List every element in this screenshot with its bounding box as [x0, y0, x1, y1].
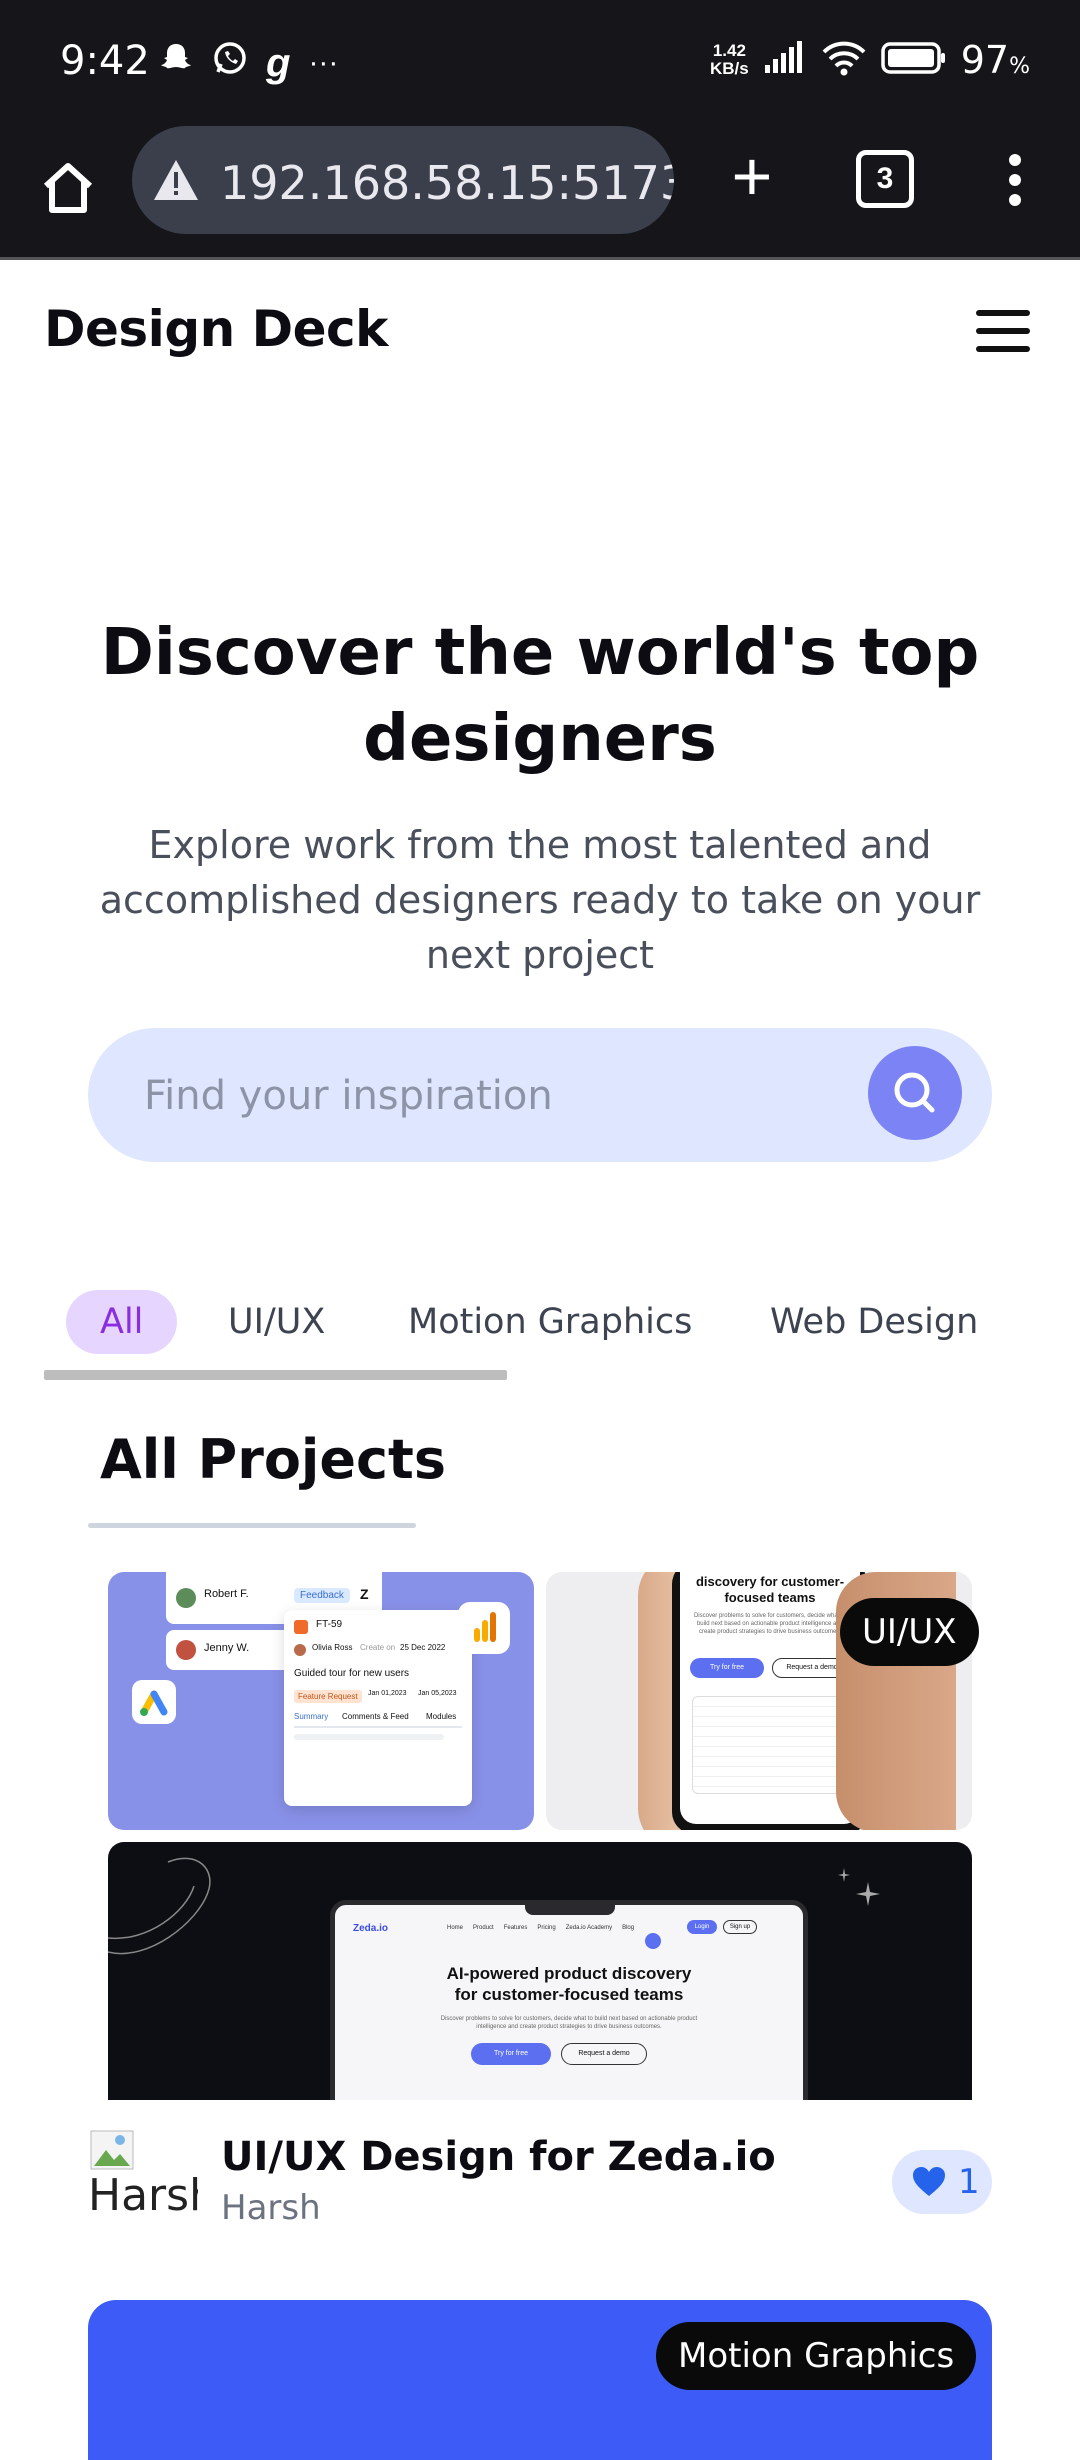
category-filters: All UI/UX Motion Graphics Web Design	[44, 1286, 1080, 1382]
filter-all[interactable]: All	[66, 1290, 178, 1354]
project-thumbnail-laptop[interactable]: Zeda.io Home Product Features Pricing Zeda.i…	[108, 1842, 972, 2100]
url-text[interactable]: 192.168.58.15:5173/c	[220, 156, 674, 210]
analytics-logo-icon	[458, 1602, 510, 1654]
project-title[interactable]: UI/UX Design for Zeda.io	[221, 2134, 776, 2180]
browser-menu-button[interactable]	[1000, 148, 1030, 218]
status-bar: 9:42 g ··· 1.42 KB/s 97%	[0, 0, 1080, 126]
hero-title: Discover the world's top designers	[100, 616, 980, 776]
hamburger-menu-button[interactable]	[976, 310, 1030, 354]
laptop-screen: Zeda.io Home Product Features Pricing Zeda.i…	[330, 1900, 808, 2100]
notification-icons: g ···	[158, 40, 338, 85]
battery-icon	[880, 41, 947, 80]
status-time: 9:42	[60, 38, 150, 84]
not-secure-warning-icon[interactable]	[152, 156, 200, 204]
home-button[interactable]	[36, 156, 100, 220]
tab-switcher-button[interactable]: 3	[856, 150, 914, 208]
filter-web-design[interactable]: Web Design	[770, 1290, 978, 1354]
battery-percent: 97%	[960, 38, 1030, 82]
category-badge: UI/UX	[840, 1598, 979, 1666]
section-title: All Projects	[100, 1428, 447, 1491]
browser-toolbar: 192.168.58.15:5173/c + 3	[0, 126, 1080, 260]
project-thumbnail-dashboard[interactable]: Robert F. Feedback Z Jenny W. FT-59 Oliv…	[108, 1572, 534, 1830]
like-count: 1	[958, 2162, 980, 2202]
snapchat-icon	[158, 40, 194, 85]
project-author[interactable]: Harsh	[221, 2188, 321, 2228]
signal-icon	[763, 40, 807, 80]
filter-ui-ux[interactable]: UI/UX	[228, 1290, 325, 1354]
network-speed: 1.42 KB/s	[710, 41, 749, 78]
section-underline	[88, 1523, 416, 1528]
wifi-icon	[821, 40, 867, 81]
filters-scrollbar[interactable]	[44, 1370, 507, 1380]
sparkle-icon	[838, 1868, 880, 1906]
home-icon	[43, 163, 93, 213]
site-header: Design Deck	[0, 260, 1080, 400]
search-icon	[894, 1072, 935, 1113]
like-button[interactable]: 1	[892, 2150, 992, 2214]
g-app-icon: g	[266, 40, 291, 85]
whatsapp-icon	[212, 40, 248, 85]
brand-logo[interactable]: Design Deck	[44, 300, 388, 358]
more-notifications-icon: ···	[308, 45, 339, 79]
search-bar	[88, 1028, 992, 1162]
project-meta: Harsh UI/UX Design for Zeda.io Harsh 1	[88, 2126, 992, 2236]
project-card-motion[interactable]: Motion Graphics	[88, 2300, 992, 2460]
filter-motion-graphics[interactable]: Motion Graphics	[408, 1290, 692, 1354]
search-input[interactable]	[142, 1058, 846, 1134]
avatar[interactable]: Harsh	[88, 2130, 198, 2230]
plus-icon: +	[731, 137, 773, 215]
ticket-card: FT-59 Olivia Ross Create on 25 Dec 2022 …	[284, 1610, 472, 1806]
google-ads-logo-icon	[132, 1680, 176, 1724]
search-button[interactable]	[868, 1046, 962, 1140]
category-badge: Motion Graphics	[656, 2322, 977, 2390]
heart-icon	[913, 2167, 945, 2196]
address-bar[interactable]: 192.168.58.15:5173/c	[132, 126, 674, 234]
new-tab-button[interactable]: +	[718, 141, 786, 214]
decorative-swirl	[108, 1857, 211, 1955]
broken-image-icon	[90, 2130, 134, 2170]
hero-subtitle: Explore work from the most talented and …	[99, 823, 981, 977]
